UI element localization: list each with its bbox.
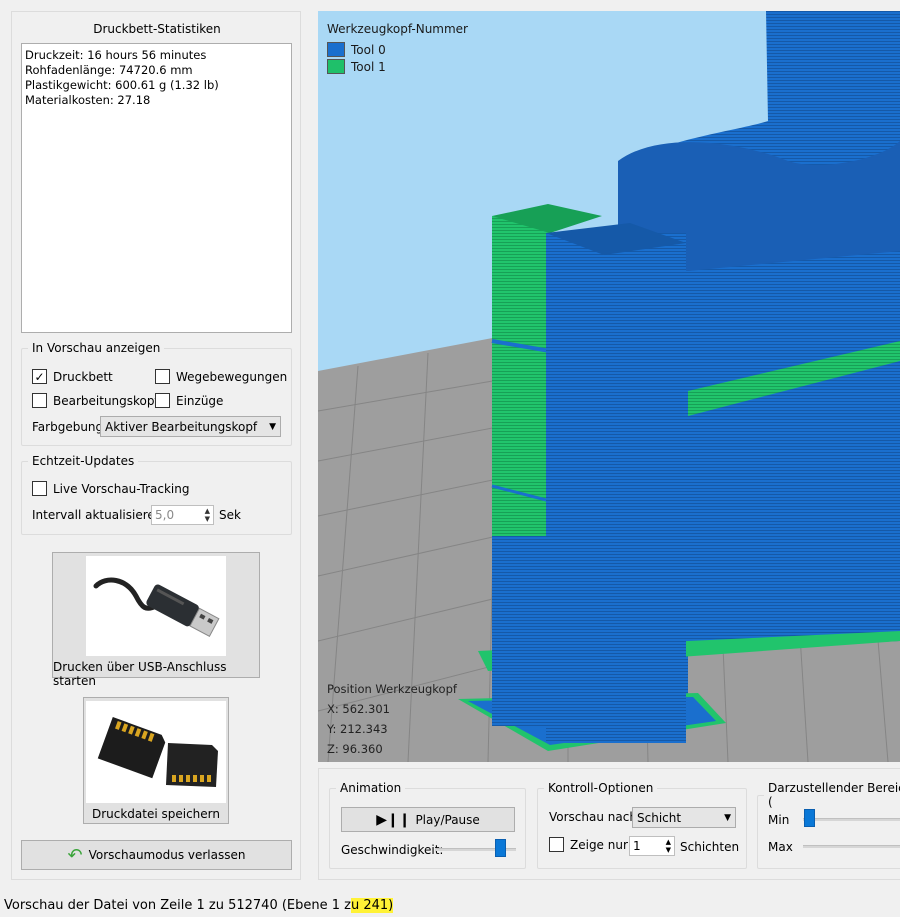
color-swatch — [327, 59, 345, 74]
checkbox-wegebewegungen[interactable]: Wegebewegungen — [155, 369, 287, 384]
stats-title: Druckbett-Statistiken — [93, 22, 221, 36]
legend-tool-1: Tool 1 — [327, 59, 386, 74]
print-model-render — [318, 11, 900, 762]
range-min-thumb[interactable] — [804, 809, 815, 827]
tool-legend-title: Werkzeugkopf-Nummer — [327, 22, 468, 36]
farbgebung-label: Farbgebung — [32, 420, 104, 434]
range-min-track[interactable] — [803, 818, 900, 821]
status-bar: Vorschau der Datei von Zeile 1 zu 512740… — [4, 898, 394, 913]
control-options-legend: Kontroll-Optionen — [548, 781, 654, 795]
usb-print-button[interactable]: Drucken über USB-Anschluss starten — [52, 552, 260, 688]
show-only-spinbox[interactable]: 1 ▲ ▼ — [629, 836, 675, 856]
chevron-down-icon: ▼ — [269, 421, 276, 432]
range-min-label: Min — [768, 813, 790, 827]
save-printfile-button[interactable]: Druckdatei speichern — [83, 697, 229, 824]
interval-value: 5,0 — [155, 508, 175, 522]
app-window: Druckbett-Statistiken Druckzeit: 16 hour… — [0, 0, 900, 917]
realtime-legend: Echtzeit-Updates — [32, 454, 135, 468]
toolhead-x: X: 562.301 — [327, 702, 390, 716]
interval-unit: Sek — [219, 508, 241, 522]
range-max-track[interactable] — [803, 845, 900, 848]
play-pause-label: Play/Pause — [415, 812, 480, 827]
usb-button-label: Drucken über USB-Anschluss starten — [53, 660, 227, 688]
animation-legend: Animation — [340, 781, 402, 795]
checkbox-einzuege[interactable]: Einzüge — [155, 393, 223, 408]
range-max-label: Max — [768, 840, 793, 854]
speed-label: Geschwindigkeit: — [341, 843, 444, 857]
stat-plastic-weight: Plastikgewicht: 600.61 g (1.32 lb) — [25, 78, 219, 92]
usb-cable-icon — [86, 556, 226, 656]
stat-material-cost: Materialkosten: 27.18 — [25, 93, 151, 107]
stat-filament-length: Rohfadenlänge: 74720.6 mm — [25, 63, 193, 77]
chevron-down-icon: ▼ — [724, 812, 731, 823]
select-value: Aktiver Bearbeitungskopf — [105, 419, 258, 434]
speed-slider-thumb[interactable] — [494, 839, 506, 857]
legend-label: Tool 0 — [351, 42, 386, 57]
checkbox-label: Druckbett — [53, 369, 113, 384]
checkbox-label: Bearbeitungskopf — [53, 393, 159, 408]
spin-value: 1 — [633, 839, 641, 853]
3d-preview-viewport[interactable]: Werkzeugkopf-Nummer Tool 0 Tool 1 Positi… — [318, 11, 900, 762]
preview-legend: In Vorschau anzeigen — [32, 341, 161, 355]
checkbox-label: Live Vorschau-Tracking — [53, 481, 190, 496]
color-swatch — [327, 42, 345, 57]
range-legend: Darzustellender Bereich ( — [768, 781, 900, 809]
layers-label: Schichten — [680, 840, 740, 854]
sd-card-icon — [86, 701, 226, 803]
toolhead-z: Z: 96.360 — [327, 742, 383, 756]
play-pause-button[interactable]: ▶❙❙ Play/Pause — [341, 807, 515, 832]
legend-tool-0: Tool 0 — [327, 42, 386, 57]
spin-arrows-icon: ▲ ▼ — [204, 507, 210, 523]
exit-preview-button[interactable]: ↶ Vorschaumodus verlassen — [21, 840, 292, 870]
controls-bar: Animation ▶❙❙ Play/Pause Geschwindigkeit… — [318, 768, 900, 880]
preview-by-select[interactable]: Schicht ▼ — [632, 807, 736, 828]
farbgebung-select[interactable]: Aktiver Bearbeitungskopf ▼ — [100, 416, 281, 437]
left-panel: Druckbett-Statistiken Druckzeit: 16 hour… — [11, 11, 301, 880]
checkbox-label: Zeige nur — [570, 837, 628, 852]
interval-label: Intervall aktualisieren — [32, 508, 163, 522]
back-arrow-icon: ↶ — [67, 844, 83, 866]
check-icon: ✓ — [32, 369, 47, 384]
toolhead-y: Y: 212.343 — [327, 722, 388, 736]
checkbox-bearbeitungskopf[interactable]: Bearbeitungskopf — [32, 393, 159, 408]
stats-box: Druckzeit: 16 hours 56 minutes Rohfadenl… — [21, 43, 292, 333]
preview-by-label: Vorschau nach — [549, 810, 637, 824]
toolhead-position-title: Position Werkzeugkopf — [327, 682, 457, 696]
status-text: Vorschau der Datei von Zeile 1 zu 512740… — [4, 898, 351, 913]
select-value: Schicht — [637, 810, 682, 825]
spin-arrows-icon: ▲ ▼ — [665, 838, 671, 854]
save-button-label: Druckdatei speichern — [91, 807, 221, 821]
legend-label: Tool 1 — [351, 59, 386, 74]
checkbox-druckbett[interactable]: ✓ Druckbett — [32, 369, 113, 384]
interval-spinbox[interactable]: 5,0 ▲ ▼ — [151, 505, 214, 525]
exit-button-label: Vorschaumodus verlassen — [88, 848, 246, 862]
checkbox-label: Einzüge — [176, 393, 224, 408]
checkbox-live-tracking[interactable]: Live Vorschau-Tracking — [32, 481, 189, 496]
status-highlight: u 241) — [351, 898, 394, 913]
checkbox-show-only[interactable]: Zeige nur — [549, 837, 628, 852]
checkbox-label: Wegebewegungen — [176, 369, 288, 384]
play-pause-icon: ▶❙❙ — [376, 811, 411, 828]
stat-print-time: Druckzeit: 16 hours 56 minutes — [25, 48, 207, 62]
